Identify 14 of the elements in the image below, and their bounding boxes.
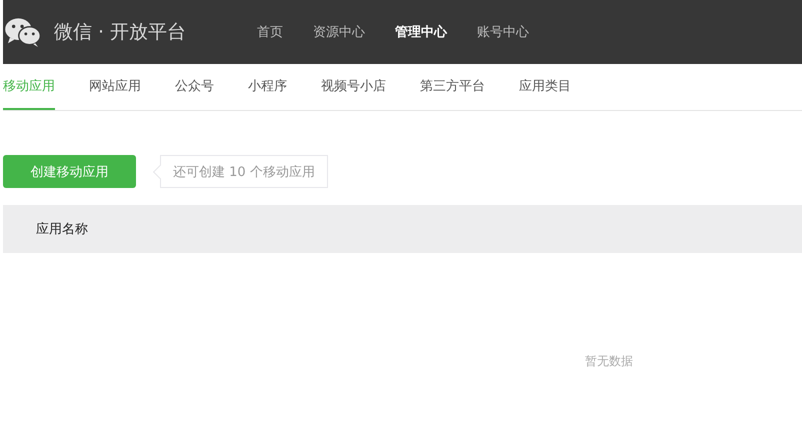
nav-link[interactable]: 首页	[257, 23, 283, 41]
nav-link[interactable]: 资源中心	[313, 23, 365, 41]
nav-link[interactable]: 账号中心	[477, 23, 529, 41]
nav-link[interactable]: 管理中心	[395, 23, 447, 41]
tab[interactable]: 应用类目	[519, 64, 571, 110]
site-title: 微信 · 开放平台	[54, 20, 188, 45]
column-header: 应用名称	[36, 221, 88, 238]
tab[interactable]: 网站应用	[89, 64, 141, 110]
quota-tooltip: 还可创建 10 个移动应用	[160, 155, 328, 188]
tab[interactable]: 视频号小店	[321, 64, 386, 110]
tab[interactable]: 公众号	[175, 64, 214, 110]
empty-message: 暂无数据	[585, 353, 633, 370]
tab[interactable]: 小程序	[248, 64, 287, 110]
tab[interactable]: 第三方平台	[420, 64, 485, 110]
